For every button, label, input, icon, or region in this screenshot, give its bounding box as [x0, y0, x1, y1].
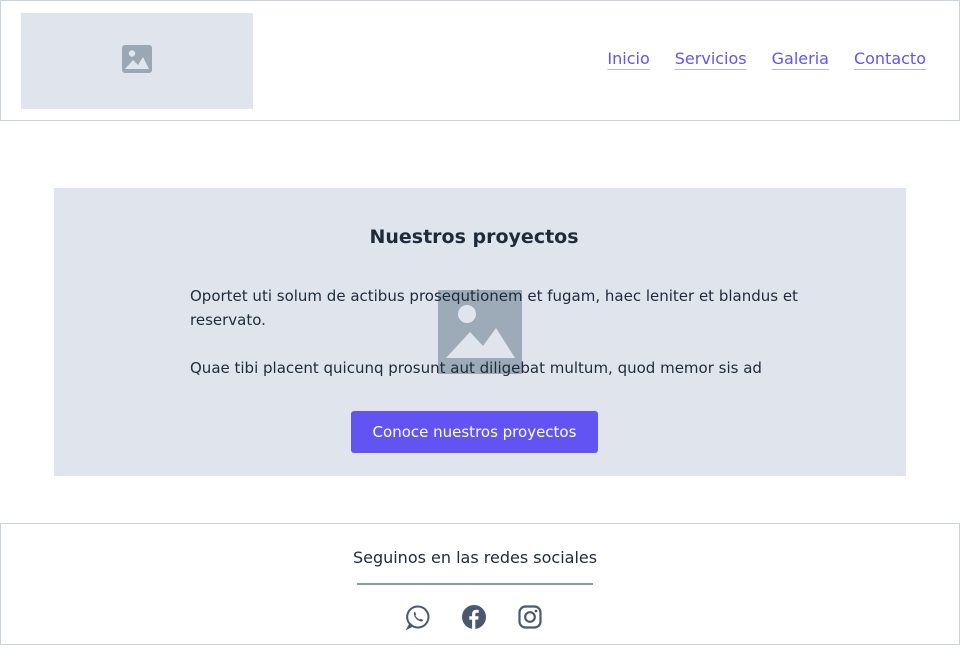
logo-placeholder[interactable]	[21, 13, 253, 109]
footer-title: Seguinos en las redes sociales	[352, 548, 598, 567]
main-nav: Inicio Servicios Galeria Contacto	[607, 49, 926, 68]
site-footer: Seguinos en las redes sociales	[0, 523, 960, 645]
view-projects-button[interactable]: Conoce nuestros proyectos	[351, 411, 598, 453]
social-links	[405, 604, 543, 631]
site-header: Inicio Servicios Galeria Contacto	[0, 0, 960, 121]
hero-paragraph: Oportet uti solum de actibus proseqution…	[190, 287, 798, 329]
image-placeholder-icon	[122, 45, 152, 77]
nav-link-galeria[interactable]: Galeria	[772, 49, 829, 68]
hero-paragraph: Quae tibi placent quicunq prosunt aut di…	[190, 359, 762, 377]
instagram-icon[interactable]	[517, 604, 543, 630]
footer-divider	[357, 583, 593, 585]
projects-hero: Nuestros proyectos Oportet uti solum de …	[54, 188, 906, 476]
hero-description: Oportet uti solum de actibus proseqution…	[190, 284, 830, 380]
hero-title: Nuestros proyectos	[369, 226, 579, 248]
nav-link-contacto[interactable]: Contacto	[854, 49, 926, 68]
whatsapp-icon[interactable]	[405, 604, 431, 631]
facebook-icon[interactable]	[461, 604, 487, 630]
nav-link-inicio[interactable]: Inicio	[607, 49, 649, 68]
nav-link-servicios[interactable]: Servicios	[675, 49, 747, 68]
